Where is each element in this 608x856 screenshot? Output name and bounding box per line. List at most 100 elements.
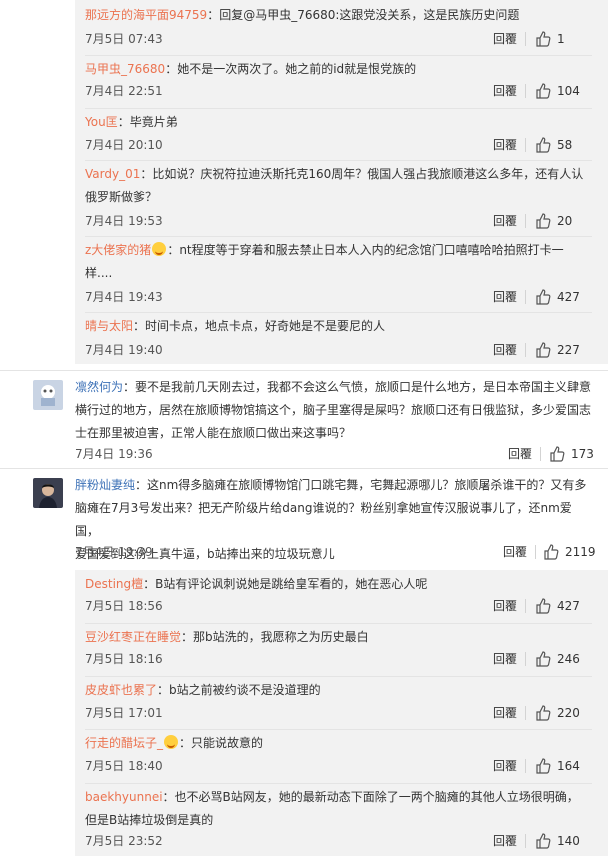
reply-text: ：比如说？庆祝符拉迪沃斯托克160周年？俄国人强占我旅顺港这么多年，还有人认 — [140, 167, 584, 181]
thumbs-up-icon — [536, 83, 551, 99]
reply-button[interactable]: 回覆 — [493, 757, 517, 775]
separator — [525, 32, 526, 46]
separator — [525, 706, 526, 720]
like-button[interactable]: 104 — [535, 82, 580, 100]
reply-meta: 7月4日 19:53 回覆 20 — [85, 212, 592, 230]
like-button[interactable]: 140 — [535, 832, 580, 850]
comment-1: 凛然何为：要不是我前几天刚去过，我都不会这么气愤，旅顺口是什么地方，是日本帝国主… — [75, 376, 592, 445]
separator — [85, 160, 592, 161]
like-count: 20 — [557, 214, 573, 228]
like-button[interactable]: 1 — [535, 30, 565, 48]
thumbs-up-icon — [536, 833, 551, 849]
reply-username[interactable]: z大佬家的猪 — [85, 243, 151, 257]
reply-item: 晴与太阳：时间卡点，地点卡点，好奇她是不是要尼的人 — [85, 315, 592, 338]
reply-button[interactable]: 回覆 — [493, 212, 517, 230]
like-count: 140 — [557, 834, 580, 848]
avatar[interactable] — [33, 380, 63, 410]
reply-button[interactable]: 回覆 — [493, 288, 517, 306]
separator — [85, 108, 592, 109]
reply-username[interactable]: You匡 — [85, 115, 118, 129]
reply-button[interactable]: 回覆 — [508, 445, 532, 463]
reply-username[interactable]: 晴与太阳 — [85, 319, 133, 333]
timestamp: 7月4日 19:36 — [75, 447, 153, 461]
separator — [525, 138, 526, 152]
reply-text: ：b站之前被约谈不是没道理的 — [157, 683, 321, 697]
reply-username[interactable]: 马甲虫_76680 — [85, 62, 165, 76]
avatar[interactable] — [33, 478, 63, 508]
reply-username[interactable]: 那远方的海平面94759 — [85, 8, 207, 22]
reply-button[interactable]: 回覆 — [493, 832, 517, 850]
timestamp: 7月4日 19:53 — [85, 214, 163, 228]
like-button[interactable]: 227 — [535, 341, 580, 359]
reply-text: 俄罗斯做爹？ — [85, 190, 158, 204]
separator — [525, 599, 526, 613]
reply-username[interactable]: 行走的醋坛子_ — [85, 736, 163, 750]
reply-text: 样.... — [85, 266, 113, 280]
reply-meta: 7月5日 18:40 回覆 164 — [85, 757, 592, 775]
comment-username[interactable]: 胖粉灿妻纯 — [75, 478, 135, 492]
reply-username[interactable]: 豆沙红枣正在睡觉 — [85, 630, 181, 644]
reply-text: ：那b站洗的，我愿称之为历史最白 — [181, 630, 369, 644]
reply-item: baekhyunnei：也不必骂B站网友，她的最新动态下面除了一两个脑瘫的其他人… — [85, 786, 592, 832]
like-button[interactable]: 58 — [535, 136, 572, 154]
comment-text: 横行过的地方，居然在旅顺博物馆搞这个，脑子里塞得是屎吗？旅顺口还有日俄监狱，多少… — [75, 403, 592, 417]
separator — [525, 759, 526, 773]
reply-meta: 7月5日 07:43 回覆 1 — [85, 30, 592, 48]
timestamp: 7月4日 19:40 — [85, 343, 163, 357]
reply-button[interactable]: 回覆 — [493, 597, 517, 615]
reply-meta: 7月4日 22:51 回覆 104 — [85, 82, 592, 100]
like-button[interactable]: 20 — [535, 212, 572, 230]
timestamp: 7月5日 23:52 — [85, 834, 163, 848]
comment-text: ：要不是我前几天刚去过，我都不会这么气愤，旅顺口是什么地方，是日本帝国主义肆意 — [123, 380, 592, 394]
reply-meta: 7月4日 20:10 回覆 58 — [85, 136, 592, 154]
reply-meta: 7月5日 18:16 回覆 246 — [85, 650, 592, 668]
reply-text: ：回复@马甲虫_76680:这跟党没关系，这是民族历史问题 — [207, 8, 520, 22]
reply-text: ：时间卡点，地点卡点，好奇她是不是要尼的人 — [133, 319, 386, 333]
reply-username[interactable]: Desting檀 — [85, 577, 143, 591]
like-button[interactable]: 427 — [535, 288, 580, 306]
reply-username[interactable]: Vardy_01 — [85, 167, 140, 181]
reply-button[interactable]: 回覆 — [493, 704, 517, 722]
reply-item: 行走的醋坛子_ ：只能说故意的 — [85, 732, 592, 755]
thumbs-up-icon — [536, 31, 551, 47]
thumbs-up-icon — [536, 213, 551, 229]
reply-button[interactable]: 回覆 — [493, 650, 517, 668]
comment-text: 脑瘫在7月3号发出来？把无产阶级片给dang谁说的？粉丝别拿她宣传汉服说事儿了，… — [75, 501, 572, 538]
thumbs-up-icon — [536, 289, 551, 305]
reply-username[interactable]: 皮皮虾也累了 — [85, 683, 157, 697]
like-button[interactable]: 220 — [535, 704, 580, 722]
like-button[interactable]: 2119 — [543, 543, 596, 561]
comment-username[interactable]: 凛然何为 — [75, 380, 123, 394]
thumbs-up-icon — [536, 651, 551, 667]
like-count: 104 — [557, 84, 580, 98]
reply-text: ：她不是一次两次了。她之前的id就是恨党族的 — [165, 62, 417, 76]
like-button[interactable]: 246 — [535, 650, 580, 668]
separator — [525, 290, 526, 304]
separator — [85, 783, 592, 784]
reply-text: ：nt程度等于穿着和服去禁止日本人入内的纪念馆门口嘻嘻哈哈拍照打卡一 — [167, 243, 564, 257]
reply-button[interactable]: 回覆 — [493, 341, 517, 359]
timestamp: 7月5日 17:01 — [85, 706, 163, 720]
thumbs-up-icon — [544, 544, 559, 560]
separator — [540, 447, 541, 461]
like-button[interactable]: 173 — [549, 445, 594, 463]
like-button[interactable]: 164 — [535, 757, 580, 775]
like-button[interactable]: 427 — [535, 597, 580, 615]
reply-item: 豆沙红枣正在睡觉：那b站洗的，我愿称之为历史最白 — [85, 626, 592, 649]
timestamp: 7月4日 22:51 — [85, 84, 163, 98]
reply-meta: 7月4日 19:43 回覆 427 — [85, 288, 592, 306]
reply-button[interactable]: 回覆 — [493, 30, 517, 48]
reply-meta: 7月5日 23:52 回覆 140 — [85, 832, 592, 850]
reply-item: Vardy_01：比如说？庆祝符拉迪沃斯托克160周年？俄国人强占我旅顺港这么多… — [85, 163, 592, 209]
separator — [85, 312, 592, 313]
reply-text: ：毕竟片弟 — [117, 115, 178, 129]
timestamp: 7月5日 18:40 — [85, 759, 163, 773]
reply-button[interactable]: 回覆 — [503, 543, 527, 561]
reply-button[interactable]: 回覆 — [493, 136, 517, 154]
reply-item: z大佬家的猪 ：nt程度等于穿着和服去禁止日本人入内的纪念馆门口嘻嘻哈哈拍照打卡一… — [85, 239, 592, 285]
reply-item: Desting檀：B站有评论讽刺说她是跳给皇军看的，她在恶心人呢 — [85, 573, 592, 596]
reply-username[interactable]: baekhyunnei — [85, 790, 163, 804]
reply-item: 那远方的海平面94759：回复@马甲虫_76680:这跟党没关系，这是民族历史问… — [85, 4, 592, 27]
reply-text: 但是B站捧垃圾倒是真的 — [85, 813, 214, 827]
reply-button[interactable]: 回覆 — [493, 82, 517, 100]
